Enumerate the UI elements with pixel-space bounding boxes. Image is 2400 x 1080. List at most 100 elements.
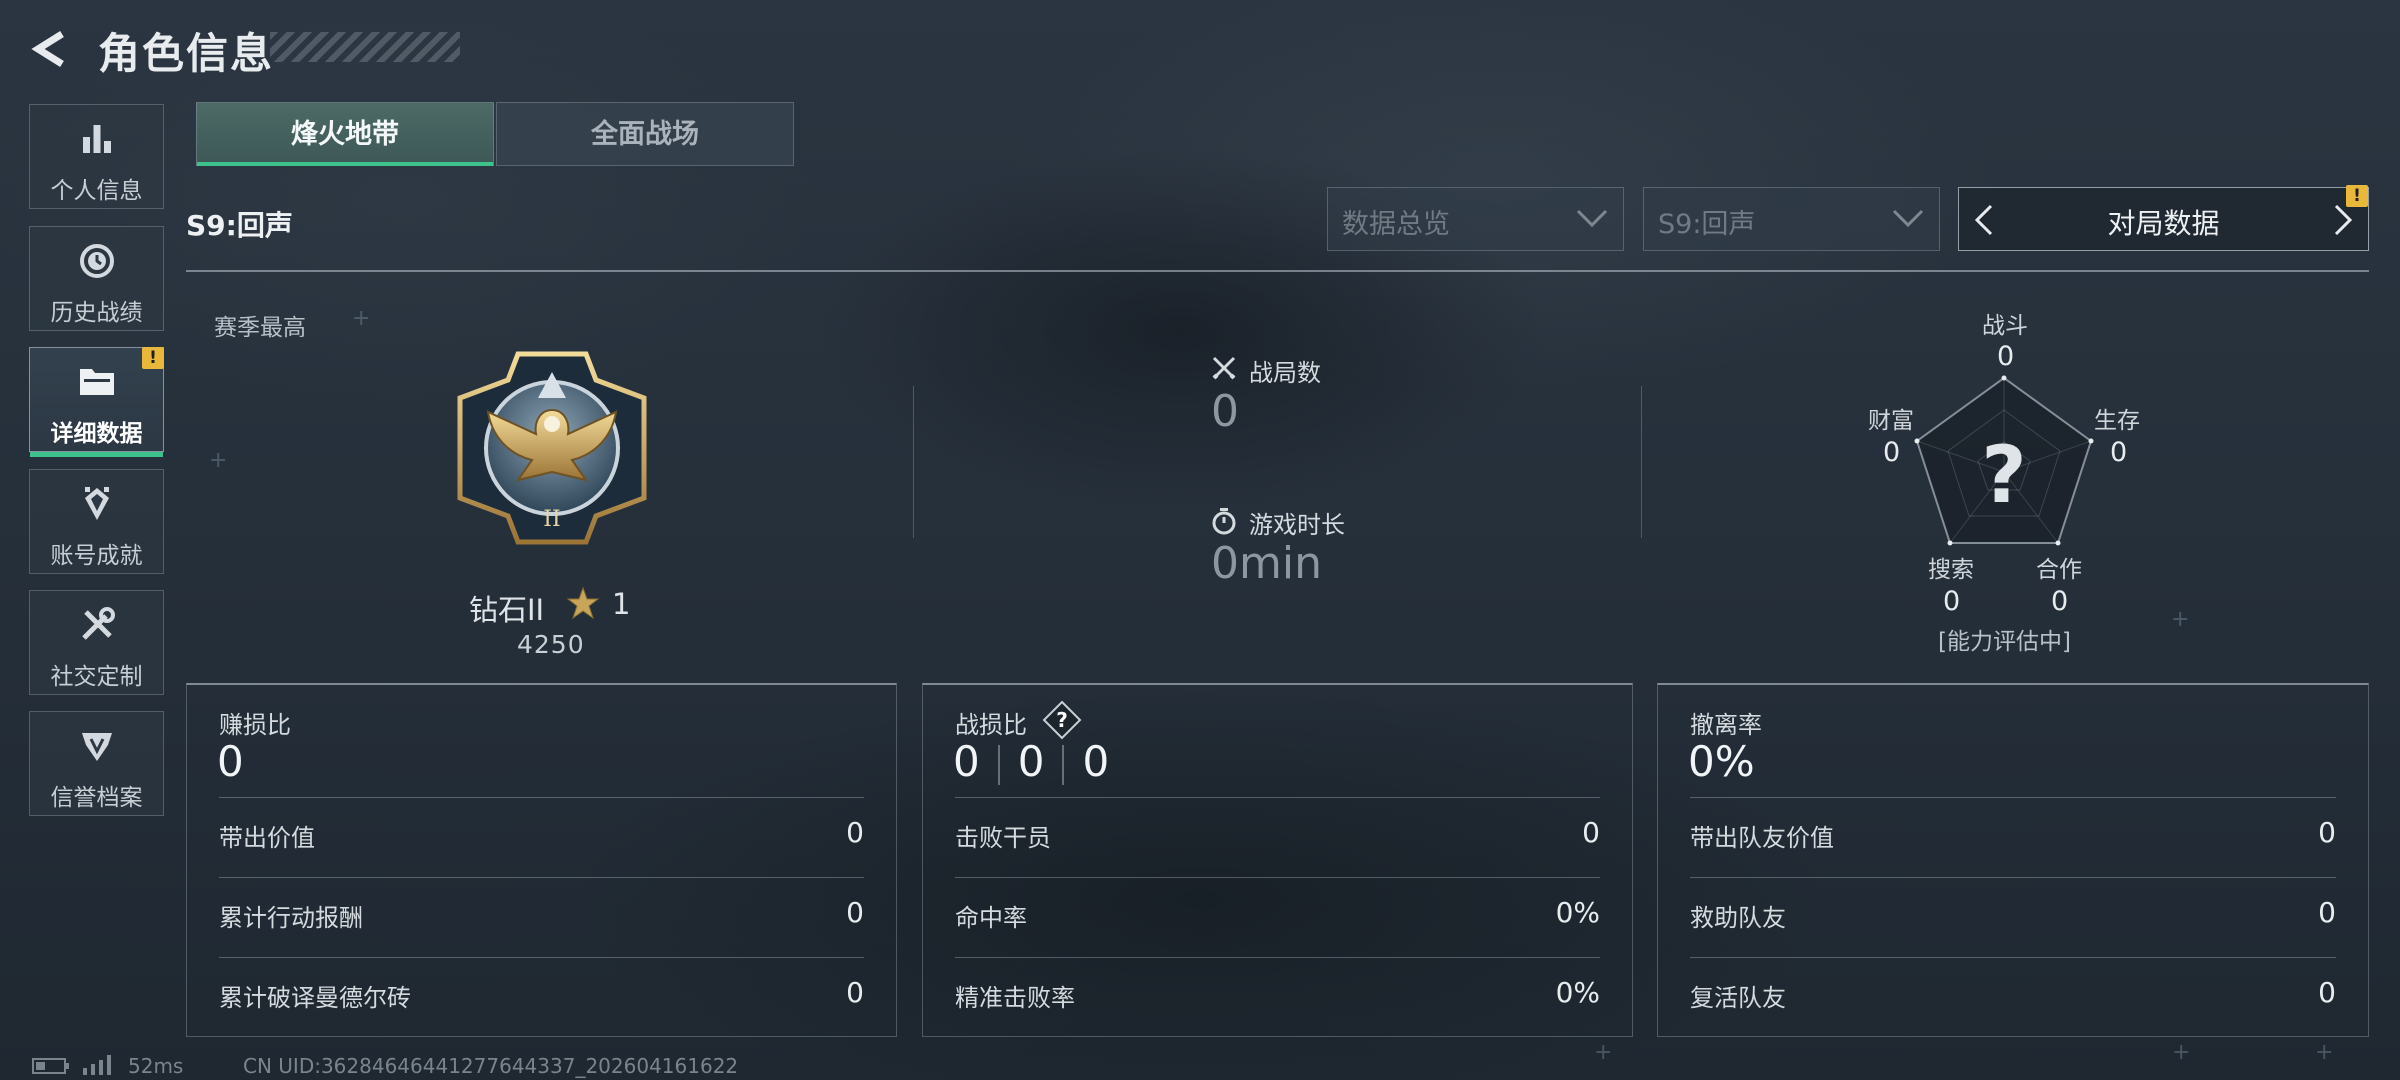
vertical-divider [913,386,914,538]
sidebar-item-social-custom[interactable]: 社交定制 [29,590,164,695]
stat-value: 0 [2318,816,2336,849]
rank-star-count: 1 [612,587,631,621]
stat-row: 命中率 0% [955,877,1600,957]
match-data-selector: 对局数据 [1958,187,2369,251]
alert-badge: ! [2346,185,2368,207]
stat-value: 0 [2318,896,2336,929]
bar-chart-icon [82,125,111,153]
stat-label: 精准击败率 [955,984,1075,1012]
stat-row: 累计破译曼德尔砖 0 [219,957,864,1037]
chevron-down-icon [1892,209,1924,228]
stat-value: 0 [1582,816,1600,849]
sidebar-item-detailed-data[interactable]: 详细数据 ! [29,347,164,457]
header-decor-stripe [270,32,460,62]
stat-row: 击败干员 0 [955,797,1600,877]
rank-name: 钻石II [469,593,545,627]
stat-value: 0 [846,816,864,849]
tools-icon [81,607,115,640]
stat-label: 复活队友 [1690,984,1786,1012]
section-divider [186,270,2369,272]
decor-cross: + [2172,1040,2191,1065]
svg-text:?: ? [1056,708,1068,732]
page-title: 角色信息 [98,29,275,78]
sidebar-item-label: 个人信息 [50,178,143,204]
sidebar-item-personal-info[interactable]: 个人信息 [29,104,164,209]
back-arrow-icon[interactable] [28,28,70,70]
history-icon [79,244,114,278]
kda-assists: 0 [1082,737,1110,786]
sidebar-item-label: 社交定制 [50,664,143,690]
sidebar-item-reputation[interactable]: 信誉档案 [29,711,164,816]
season-label: S9:回声 [186,209,293,242]
sidebar-item-label: 账号成就 [50,543,143,569]
sidebar-item-label: 详细数据 [50,421,143,447]
stat-value: 0 [2318,976,2336,1009]
stat-value: 0% [1555,976,1600,1009]
tab-warzone-hazard[interactable]: 烽火地带 [196,102,494,166]
decor-cross: + [209,448,228,473]
radar-label-combat: 战斗 [1982,313,2028,339]
panel-main-value: 0% [1688,737,1755,786]
sidebar-item-label: 信誉档案 [50,785,143,811]
panel-title: 赚损比 [219,711,291,739]
folder-icon [79,369,114,395]
stat-value: 0 [846,976,864,1009]
kda-separator [1062,744,1065,785]
extraction-panel: 撤离率 0% 带出队友价值 0 救助队友 0 复活队友 0 [1657,683,2369,1037]
kda-deaths: 0 [1017,737,1045,786]
kda-separator [997,744,1000,785]
stopwatch-icon [1212,508,1236,535]
season-dropdown[interactable]: S9:回声 [1643,187,1940,251]
stat-label: 带出队友价值 [1690,824,1834,852]
help-icon[interactable]: ? [1042,700,1082,740]
combat-ratio-panel: 战损比 000 击败干员 0 命中率 0% 精准击败率 0% [922,683,1633,1037]
diamond-rank-emblem: II [457,351,647,545]
stat-label: 命中率 [955,904,1027,932]
stat-row: 累计行动报酬 0 [219,877,864,957]
play-time-value: 0min [1211,538,1322,589]
achievement-icon [84,487,109,520]
matches-label: 战局数 [1249,359,1321,387]
radar-status: [能力评估中] [1938,629,2071,655]
stat-value: 0 [846,896,864,929]
reputation-icon [81,733,112,761]
svg-text:II: II [543,507,560,532]
play-time-label: 游戏时长 [1249,511,1345,539]
decor-cross: + [2315,1040,2334,1065]
profit-panel: 赚损比 0 带出价值 0 累计行动报酬 0 累计破译曼德尔砖 0 [186,683,897,1037]
chevron-down-icon [1576,209,1608,228]
kda-values: 000 [953,737,1109,786]
stat-row: 救助队友 0 [1690,877,2336,957]
user-uid: CN UID:362846464412776443​37_20260416162… [243,1054,739,1078]
tab-full-battlefield[interactable]: 全面战场 [496,102,794,166]
stat-row: 带出价值 0 [219,797,864,877]
stat-row: 复活队友 0 [1690,957,2336,1037]
decor-cross: + [1594,1040,1613,1065]
dropdown-value: 数据总览 [1342,209,1450,240]
kda-kills: 0 [953,737,980,786]
stat-label: 累计行动报酬 [219,904,363,932]
stat-label: 带出价值 [219,824,315,852]
stat-label: 救助队友 [1690,904,1786,932]
matches-value: 0 [1211,386,1239,437]
vertical-divider [1641,386,1642,538]
radar-question-mark: ? [1981,431,2026,521]
dropdown-value: S9:回声 [1658,209,1756,240]
sidebar-item-history[interactable]: 历史战绩 [29,226,164,331]
match-selector-label: 对局数据 [2107,207,2220,240]
panel-title: 战损比 [955,711,1027,739]
crossed-swords-icon [1212,356,1236,380]
panel-title: 撤离率 [1690,711,1762,739]
stat-row: 精准击败率 0% [955,957,1600,1037]
decor-cross: + [352,306,371,331]
panel-main-value: 0 [217,737,244,786]
battery-icon [32,1058,69,1074]
season-best-label: 赛季最高 [214,315,306,341]
signal-icon [83,1055,111,1075]
chevron-right-icon[interactable] [2328,202,2358,238]
data-overview-dropdown[interactable]: 数据总览 [1327,187,1624,251]
sidebar-item-achievements[interactable]: 账号成就 [29,469,164,574]
rank-score: 4250 [517,630,585,659]
stat-value: 0% [1555,896,1600,929]
ping-readout: 52ms [128,1054,184,1078]
